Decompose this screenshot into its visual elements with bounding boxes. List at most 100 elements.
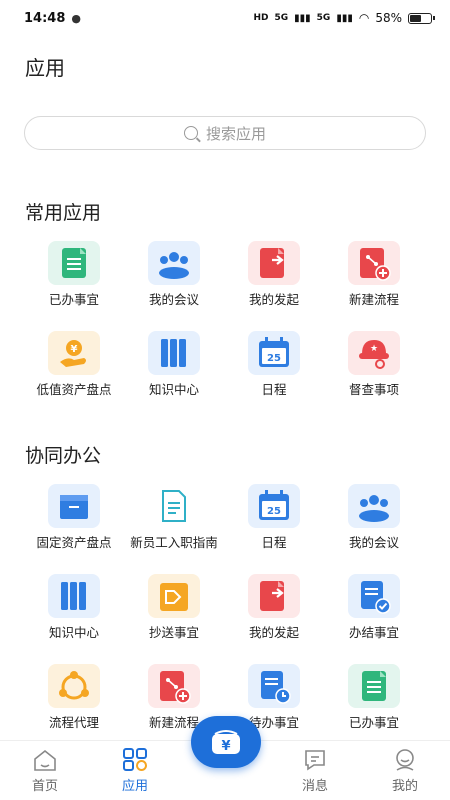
app-item-done-doc[interactable]: 已办事宜 [24,241,124,331]
done-doc-icon [62,248,86,278]
search-input[interactable]: 搜索应用 [24,116,426,150]
signal-icon: ▮▮▮ [294,12,311,24]
app-item-meeting[interactable]: 我的会议 [124,241,224,331]
app-icon-tile [248,574,300,618]
meeting-icon [159,252,189,279]
app-icon-tile [148,484,200,528]
app-icon-tile: 25 [248,484,300,528]
section-title-common: 常用应用 [25,202,102,224]
proxy-flow-icon [59,671,89,700]
app-icon-tile [148,331,200,375]
apps-icon [123,748,147,771]
tab-messages-label: 消息 [301,779,328,794]
status-time: 14:48 [24,10,66,26]
books-icon [61,582,86,610]
search-icon [183,126,198,140]
home-icon [34,749,56,771]
finished-icon [361,581,391,614]
app-item-finished[interactable]: 办结事宜 [324,574,424,664]
app-item-box[interactable]: 固定资产盘点 [24,484,124,574]
app-icon-tile [348,664,400,708]
page-title: 应用 [25,56,65,80]
meeting-icon [359,495,389,522]
battery-percent: 58% [375,11,402,25]
tab-messages[interactable]: 消息 [270,741,360,800]
wifi-icon: ◠ [358,11,370,25]
app-icon-tile [48,574,100,618]
section-title-collab: 协同办公 [25,445,102,467]
network-5g-1: 5G [274,13,289,23]
hd-badge: HD [253,13,269,23]
inspector-icon: ★ [359,340,389,369]
app-icon-tile: ¥ [48,331,100,375]
battery-icon [408,12,435,24]
asset-coin-icon: ¥ [60,340,86,367]
app-icon-tile [148,664,200,708]
send-doc-icon [260,581,284,611]
app-label: 日程 [261,382,287,397]
app-item-guide-doc[interactable]: 新员工入职指南 [124,484,224,574]
app-item-calendar[interactable]: 25 日程 [224,331,324,421]
calendar-icon: 25 [259,490,289,520]
app-label: 知识中心 [148,382,199,397]
app-item-asset-coin[interactable]: ¥ 低值资产盘点 [24,331,124,421]
app-item-send-doc[interactable]: 我的发起 [224,574,324,664]
app-label: 新员工入职指南 [130,535,218,550]
tab-apps-label: 应用 [121,779,148,794]
app-item-calendar[interactable]: 25 日程 [224,484,324,574]
tab-profile[interactable]: 我的 [360,741,450,800]
box-icon [60,495,88,519]
tab-home-label: 首页 [31,779,58,794]
app-item-send-doc[interactable]: 我的发起 [224,241,324,331]
app-item-books[interactable]: 知识中心 [24,574,124,664]
wallet-yen-icon: ¥ [212,730,240,754]
app-icon-tile [348,574,400,618]
svg-text:25: 25 [267,353,281,364]
new-flow-icon [160,671,191,704]
svg-text:¥: ¥ [221,739,230,754]
app-label: 督查事项 [348,382,399,397]
cc-doc-icon [160,583,188,611]
tab-profile-label: 我的 [391,779,418,794]
send-doc-icon [260,248,284,278]
status-bar: 14:48 ● HD 5G ▮▮▮ 5G ▮▮▮ ◠ 58% [0,0,450,36]
new-flow-icon [360,248,391,281]
profile-icon [396,749,414,771]
done-doc-icon [362,671,386,701]
app-label: 办结事宜 [348,625,399,640]
app-label: 新建流程 [348,292,399,307]
signal-icon-2: ▮▮▮ [336,12,353,24]
app-label: 固定资产盘点 [36,535,112,550]
app-label: 我的发起 [248,292,299,307]
battery-fill [410,14,422,22]
app-icon-tile [48,484,100,528]
app-icon-tile: ★ [348,331,400,375]
svg-text:★: ★ [370,344,378,354]
app-item-books[interactable]: 知识中心 [124,331,224,421]
app-label: 低值资产盘点 [36,382,112,397]
tab-apps[interactable]: 应用 [90,741,180,800]
app-item-cc-doc[interactable]: 抄送事宜 [124,574,224,664]
collab-apps-grid: 固定资产盘点 新员工入职指南 25 日程 我的会议知识中心 抄送事宜 我的发起 办结事宜流程代… [0,484,450,754]
books-icon [161,339,186,367]
app-item-inspector[interactable]: ★ 督查事项 [324,331,424,421]
svg-text:¥: ¥ [71,344,78,355]
app-label: 流程代理 [48,715,99,730]
message-icon [305,750,325,771]
app-icon-tile [48,664,100,708]
app-item-meeting[interactable]: 我的会议 [324,484,424,574]
common-apps-grid: 已办事宜 我的会议 我的发起 新建流程 ¥ 低值资产盘点 知识中心 25 日程 ★ 督查事项 [0,241,450,421]
app-item-new-flow[interactable]: 新建流程 [324,241,424,331]
svg-text:25: 25 [267,506,281,517]
app-label: 已办事宜 [48,292,99,307]
app-icon-tile [148,574,200,618]
wallet-fab-button[interactable]: ¥ [191,716,261,768]
app-icon-tile [48,241,100,285]
app-label: 日程 [261,535,287,550]
todo-icon [261,671,291,704]
calendar-icon: 25 [259,337,289,367]
app-label: 我的发起 [248,625,299,640]
app-icon-tile [148,241,200,285]
tab-home[interactable]: 首页 [0,741,90,800]
app-icon-tile [248,241,300,285]
